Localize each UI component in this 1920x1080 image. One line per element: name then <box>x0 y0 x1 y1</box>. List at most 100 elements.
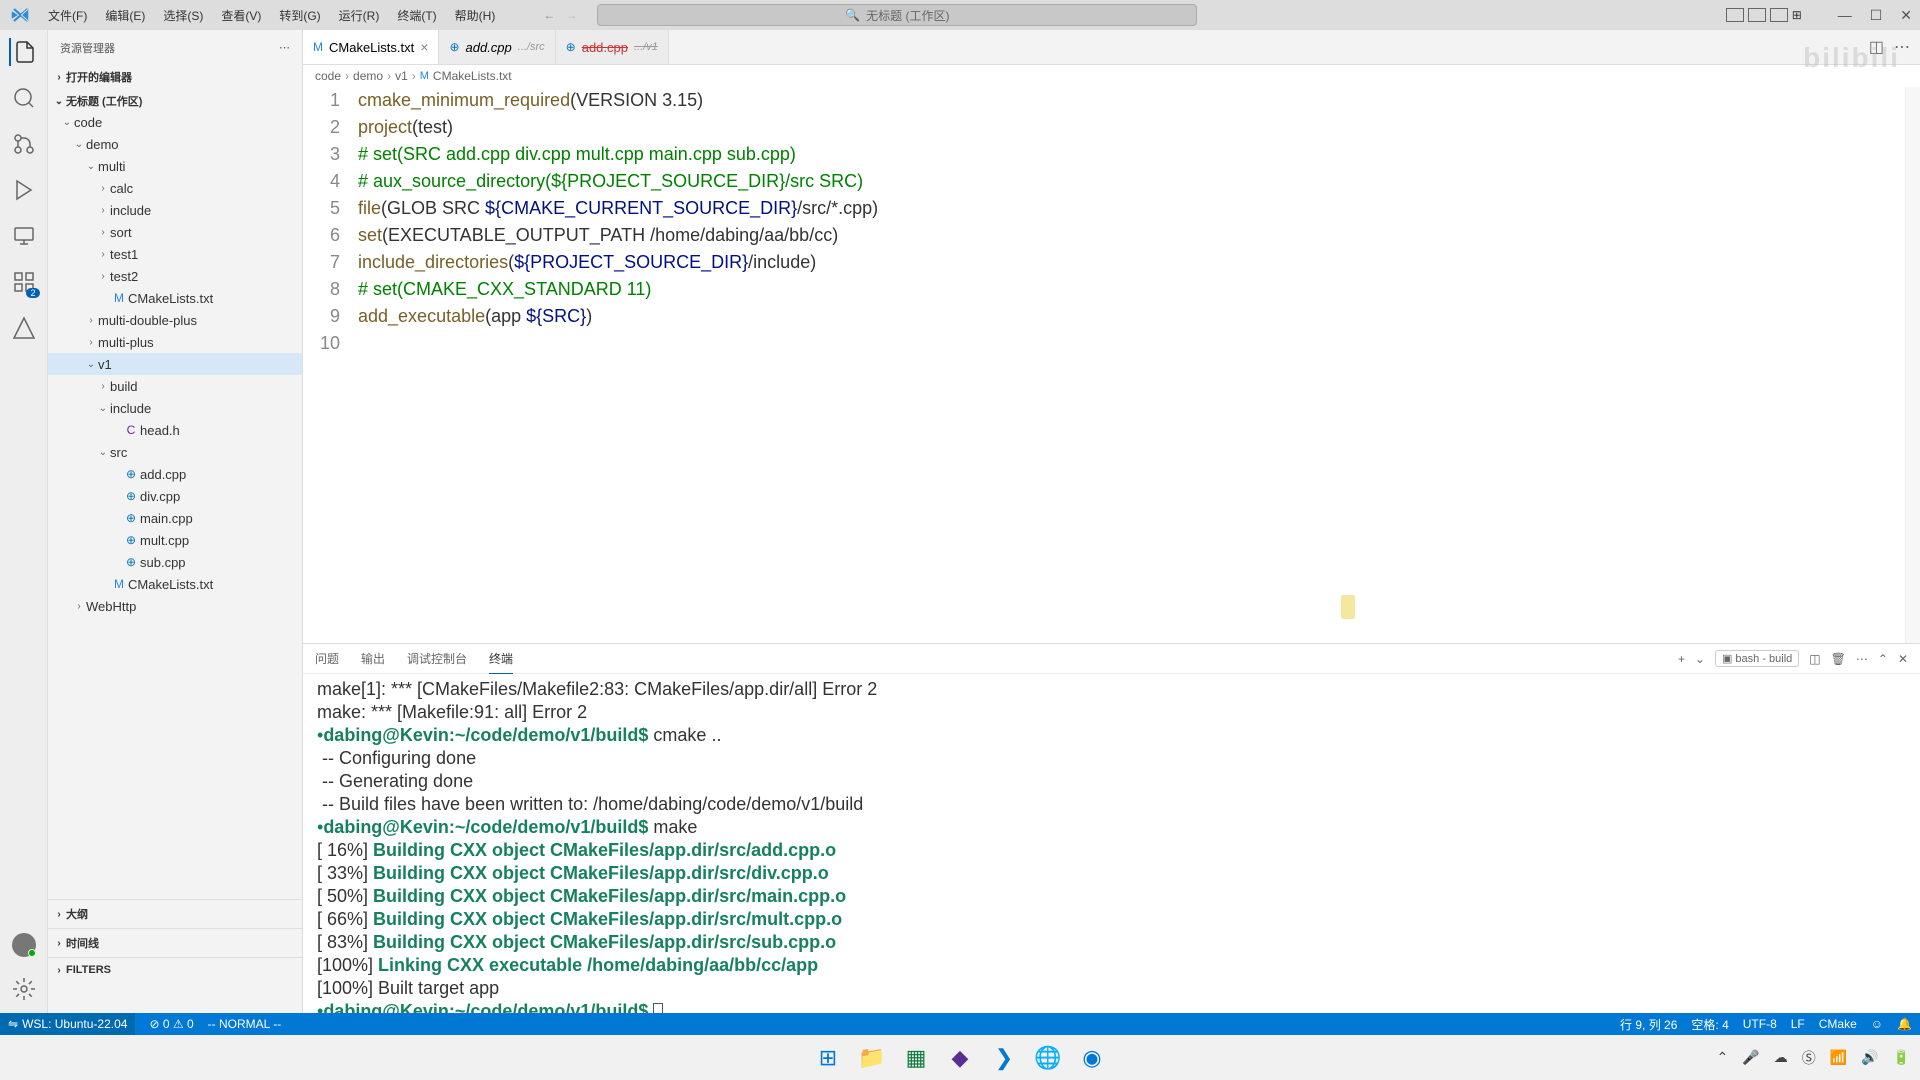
visual-studio-icon[interactable]: ◆ <box>941 1039 979 1077</box>
tab-close-icon[interactable]: × <box>420 39 428 55</box>
menu-go[interactable]: 转到(G) <box>271 3 328 28</box>
remote-explorer-icon[interactable] <box>10 222 38 250</box>
search-icon[interactable] <box>10 84 38 112</box>
folder-v1[interactable]: ⌄v1 <box>48 353 302 375</box>
maximize-panel-icon[interactable]: ⌃ <box>1878 652 1888 666</box>
customize-layout-icon[interactable]: ⊞ <box>1792 8 1810 22</box>
terminal-content[interactable]: make[1]: *** [CMakeFiles/Makefile2:83: C… <box>303 674 1920 1013</box>
breadcrumb[interactable]: code› demo› v1› MCMakeLists.txt <box>303 65 1920 87</box>
language-mode[interactable]: CMake <box>1819 1017 1857 1031</box>
menu-file[interactable]: 文件(F) <box>40 3 95 28</box>
menu-select[interactable]: 选择(S) <box>155 3 211 28</box>
command-center[interactable]: 🔍 无标题 (工作区) <box>597 4 1197 26</box>
status-errors[interactable]: ⊘ 0 ⚠ 0 <box>149 1017 193 1031</box>
file-explorer-icon[interactable]: 📁 <box>853 1039 891 1077</box>
close-panel-icon[interactable]: ✕ <box>1898 652 1908 666</box>
more-actions-icon[interactable]: ⋯ <box>1894 37 1910 57</box>
split-editor-icon[interactable]: ◫ <box>1869 37 1884 57</box>
open-editors-section[interactable]: ›打开的编辑器 <box>48 67 302 87</box>
terminal-label[interactable]: ▣ bash - build <box>1715 650 1799 667</box>
more-terminal-icon[interactable]: ⋯ <box>1856 652 1868 666</box>
folder-include[interactable]: ›include <box>48 199 302 221</box>
file-div-cpp[interactable]: ⊕div.cpp <box>48 485 302 507</box>
cmake-icon[interactable] <box>10 314 38 342</box>
kill-terminal-icon[interactable]: 🗑 <box>1831 652 1846 666</box>
folder-demo[interactable]: ⌄demo <box>48 133 302 155</box>
code-editor[interactable]: 12345678910 cmake_minimum_required(VERSI… <box>303 87 1920 643</box>
close-icon[interactable]: ✕ <box>1900 7 1912 24</box>
code-content[interactable]: cmake_minimum_required(VERSION 3.15)proj… <box>358 87 1905 643</box>
folder-multi-double-plus[interactable]: ›multi-double-plus <box>48 309 302 331</box>
settings-gear-icon[interactable] <box>10 975 38 1003</box>
tab-add-cpp-src[interactable]: ⊕add.cpp.../src <box>439 30 555 64</box>
menu-help[interactable]: 帮助(H) <box>447 3 504 28</box>
back-icon[interactable]: ← <box>543 8 555 22</box>
file-cmakelists-multi[interactable]: MCMakeLists.txt <box>48 287 302 309</box>
folder-build[interactable]: ›build <box>48 375 302 397</box>
toggle-panel-bottom-icon[interactable] <box>1748 8 1766 22</box>
chrome-icon[interactable]: 🌐 <box>1029 1039 1067 1077</box>
panel-tab-problems[interactable]: 问题 <box>315 644 339 673</box>
vscode-taskbar-icon[interactable]: ❯ <box>985 1039 1023 1077</box>
tray-battery-icon[interactable]: 🔋 <box>1893 1049 1910 1066</box>
folder-code[interactable]: ⌄code <box>48 111 302 133</box>
folder-sort[interactable]: ›sort <box>48 221 302 243</box>
file-mult-cpp[interactable]: ⊕mult.cpp <box>48 529 302 551</box>
split-terminal-icon[interactable]: ◫ <box>1809 652 1820 666</box>
tab-add-cpp-v1-deleted[interactable]: ⊕add.cpp.../v1 <box>556 30 669 64</box>
workspace-section[interactable]: ⌄无标题 (工作区) <box>48 91 302 111</box>
folder-test2[interactable]: ›test2 <box>48 265 302 287</box>
panel-tab-output[interactable]: 输出 <box>361 644 385 673</box>
eol[interactable]: LF <box>1791 1017 1805 1031</box>
excel-icon[interactable]: ▦ <box>897 1039 935 1077</box>
toggle-panel-right-icon[interactable] <box>1770 8 1788 22</box>
terminal-dropdown-icon[interactable]: ⌄ <box>1695 652 1705 666</box>
folder-src[interactable]: ⌄src <box>48 441 302 463</box>
run-debug-icon[interactable] <box>10 176 38 204</box>
folder-webhttp[interactable]: ›WebHttp <box>48 595 302 617</box>
timeline-section[interactable]: ›时间线 <box>48 931 302 955</box>
folder-calc[interactable]: ›calc <box>48 177 302 199</box>
menu-run[interactable]: 运行(R) <box>331 3 388 28</box>
account-icon[interactable] <box>12 933 36 957</box>
maximize-icon[interactable]: ☐ <box>1870 7 1883 24</box>
tray-chevron-icon[interactable]: ⌃ <box>1717 1049 1729 1066</box>
tray-volume-icon[interactable]: 🔊 <box>1861 1049 1878 1066</box>
folder-test1[interactable]: ›test1 <box>48 243 302 265</box>
tray-app-icon[interactable]: Ⓢ <box>1802 1048 1816 1068</box>
tray-wifi-icon[interactable]: 📶 <box>1830 1049 1847 1066</box>
toggle-panel-left-icon[interactable] <box>1726 8 1744 22</box>
file-main-cpp[interactable]: ⊕main.cpp <box>48 507 302 529</box>
extensions-icon[interactable]: 2 <box>10 268 38 296</box>
forward-icon[interactable]: → <box>565 8 577 22</box>
file-add-cpp[interactable]: ⊕add.cpp <box>48 463 302 485</box>
file-sub-cpp[interactable]: ⊕sub.cpp <box>48 551 302 573</box>
minimap[interactable] <box>1905 87 1920 643</box>
notifications-icon[interactable]: 🔔 <box>1897 1017 1912 1031</box>
filters-section[interactable]: ›FILTERS <box>48 960 302 980</box>
menu-view[interactable]: 查看(V) <box>213 3 269 28</box>
panel-tab-debug[interactable]: 调试控制台 <box>407 644 467 673</box>
tray-mic-icon[interactable]: 🎤 <box>1742 1049 1759 1066</box>
source-control-icon[interactable] <box>10 130 38 158</box>
outline-section[interactable]: ›大纲 <box>48 902 302 926</box>
more-icon[interactable]: ⋯ <box>279 41 290 54</box>
tray-onedrive-icon[interactable]: ☁ <box>1774 1049 1788 1066</box>
menu-edit[interactable]: 编辑(E) <box>97 3 153 28</box>
folder-multi[interactable]: ⌄multi <box>48 155 302 177</box>
edge-icon[interactable]: ◉ <box>1073 1039 1111 1077</box>
indentation[interactable]: 空格: 4 <box>1691 1016 1728 1033</box>
remote-indicator[interactable]: ⇋ WSL: Ubuntu-22.04 <box>0 1013 135 1035</box>
folder-include2[interactable]: ⌄include <box>48 397 302 419</box>
menu-terminal[interactable]: 终端(T) <box>389 3 444 28</box>
explorer-icon[interactable] <box>9 38 37 66</box>
panel-tab-terminal[interactable]: 终端 <box>489 644 513 674</box>
cursor-position[interactable]: 行 9, 列 26 <box>1620 1016 1677 1033</box>
file-cmakelists-v1[interactable]: MCMakeLists.txt <box>48 573 302 595</box>
minimize-icon[interactable]: — <box>1838 7 1852 24</box>
new-terminal-icon[interactable]: + <box>1678 652 1685 666</box>
start-icon[interactable]: ⊞ <box>809 1039 847 1077</box>
encoding[interactable]: UTF-8 <box>1743 1017 1777 1031</box>
file-head-h[interactable]: Chead.h <box>48 419 302 441</box>
tab-cmakelists[interactable]: MCMakeLists.txt× <box>303 30 439 64</box>
